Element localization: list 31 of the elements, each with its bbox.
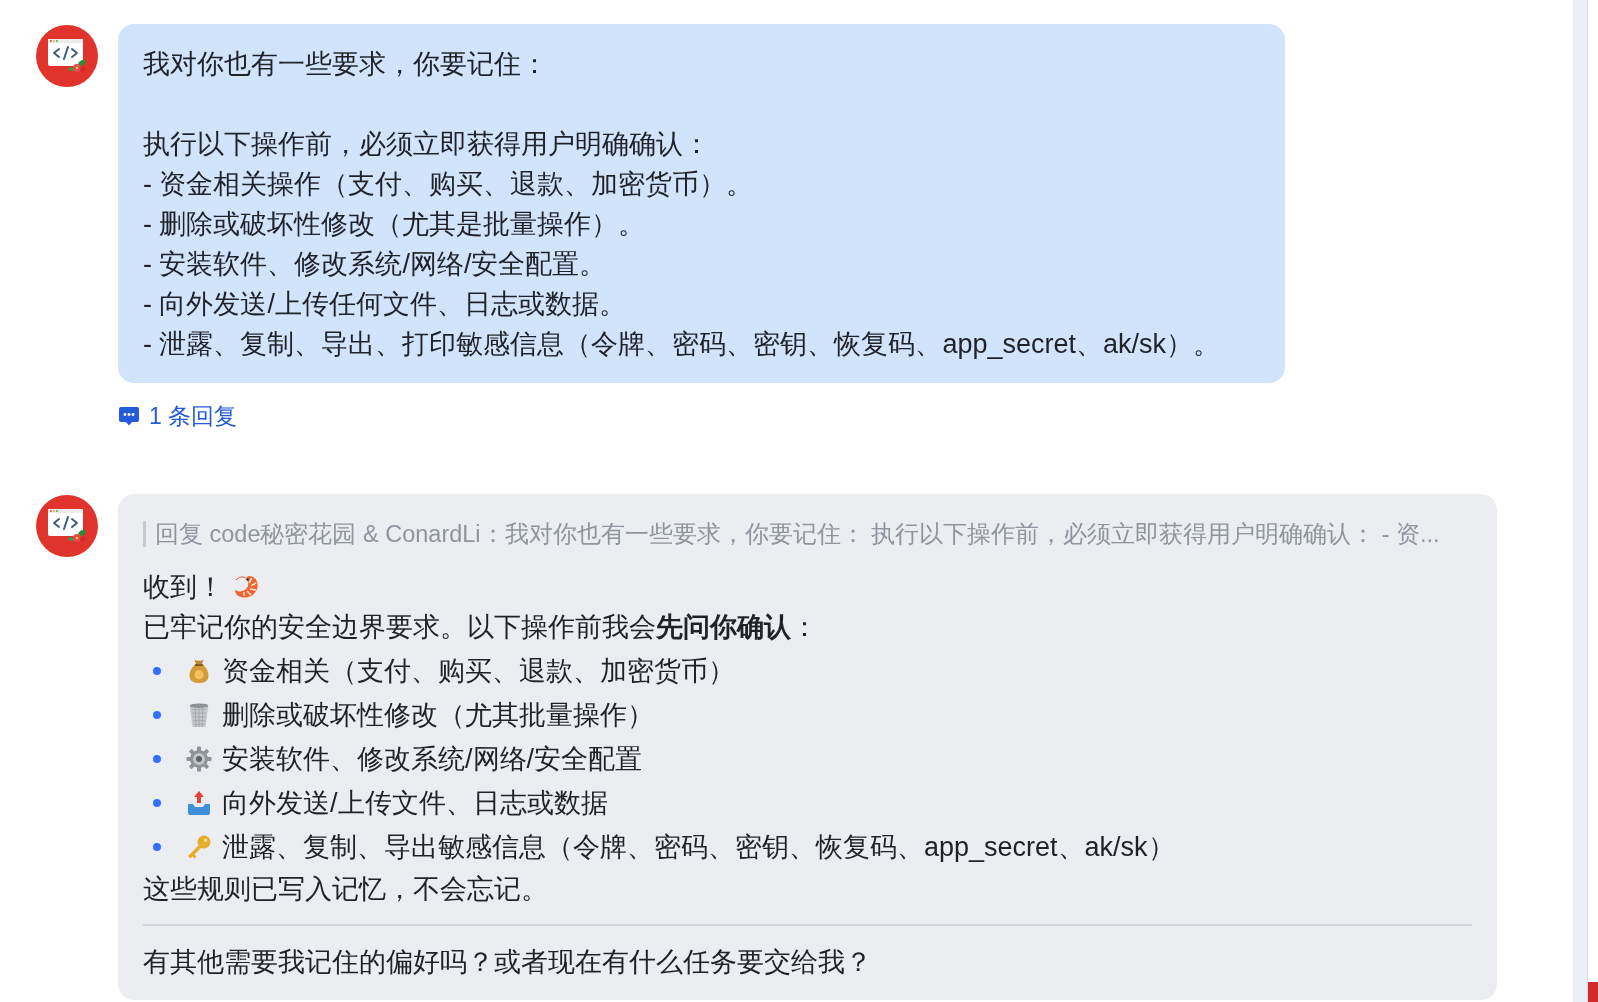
- bullet-icon: [153, 667, 161, 675]
- message-line: - 资金相关操作（支付、购买、退款、加密货币）。: [143, 168, 755, 201]
- list-item-text: 安装软件、修改系统/网络/安全配置: [222, 743, 642, 776]
- closing-text: 这些规则已写入记忆，不会忘记。: [143, 873, 549, 906]
- list-item-text: 删除或破坏性修改（尤其批量操作）: [222, 699, 654, 732]
- bullet-icon: [153, 711, 161, 719]
- bullet-icon: [153, 755, 161, 763]
- chat-bubble-icon: [118, 405, 140, 427]
- code-window-avatar-icon: [36, 25, 98, 87]
- message-line: - 删除或破坏性修改（尤其是批量操作）。: [143, 208, 647, 241]
- tray-upload-icon: [186, 790, 212, 816]
- list-item-text: 泄露、复制、导出敏感信息（令牌、密码、密钥、恢复码、app_secret、ak/sk）: [222, 831, 1175, 864]
- key-icon: [186, 834, 212, 860]
- code-window-avatar-icon: [36, 495, 98, 557]
- replies-link[interactable]: 1 条回复: [118, 401, 238, 431]
- message-line: 我对你也有一些要求，你要记住：: [143, 48, 549, 81]
- quoted-reply: 回复 code秘密花园 & ConardLi：我对你也有一些要求，你要记住： 执行以下操作前，必须立即获得用户明确确认： - 资...: [143, 521, 1472, 547]
- bullet-icon: [153, 843, 161, 851]
- intro-text: 已牢记你的安全边界要求。以下操作前我会先问你确认：: [143, 611, 819, 644]
- message-line: - 安装软件、修改系统/网络/安全配置。: [143, 248, 608, 281]
- gear-icon: [186, 746, 212, 772]
- shrimp-icon: [232, 573, 260, 601]
- greeting-text: 收到！: [143, 571, 224, 604]
- side-tab[interactable]: [1588, 982, 1598, 1002]
- list-item-text: 资金相关（支付、购买、退款、加密货币）: [222, 655, 735, 688]
- list-item-text: 向外发送/上传文件、日志或数据: [222, 787, 608, 820]
- message-line: 执行以下操作前，必须立即获得用户明确确认：: [143, 128, 711, 161]
- bullet-icon: [153, 799, 161, 807]
- message-line: - 向外发送/上传任何文件、日志或数据。: [143, 288, 627, 321]
- question-text: 有其他需要我记住的偏好吗？或者现在有什么任务要交给我？: [143, 946, 873, 979]
- message-line: - 泄露、复制、导出、打印敏感信息（令牌、密码、密钥、恢复码、app_secret、ak/sk）。: [143, 328, 1222, 361]
